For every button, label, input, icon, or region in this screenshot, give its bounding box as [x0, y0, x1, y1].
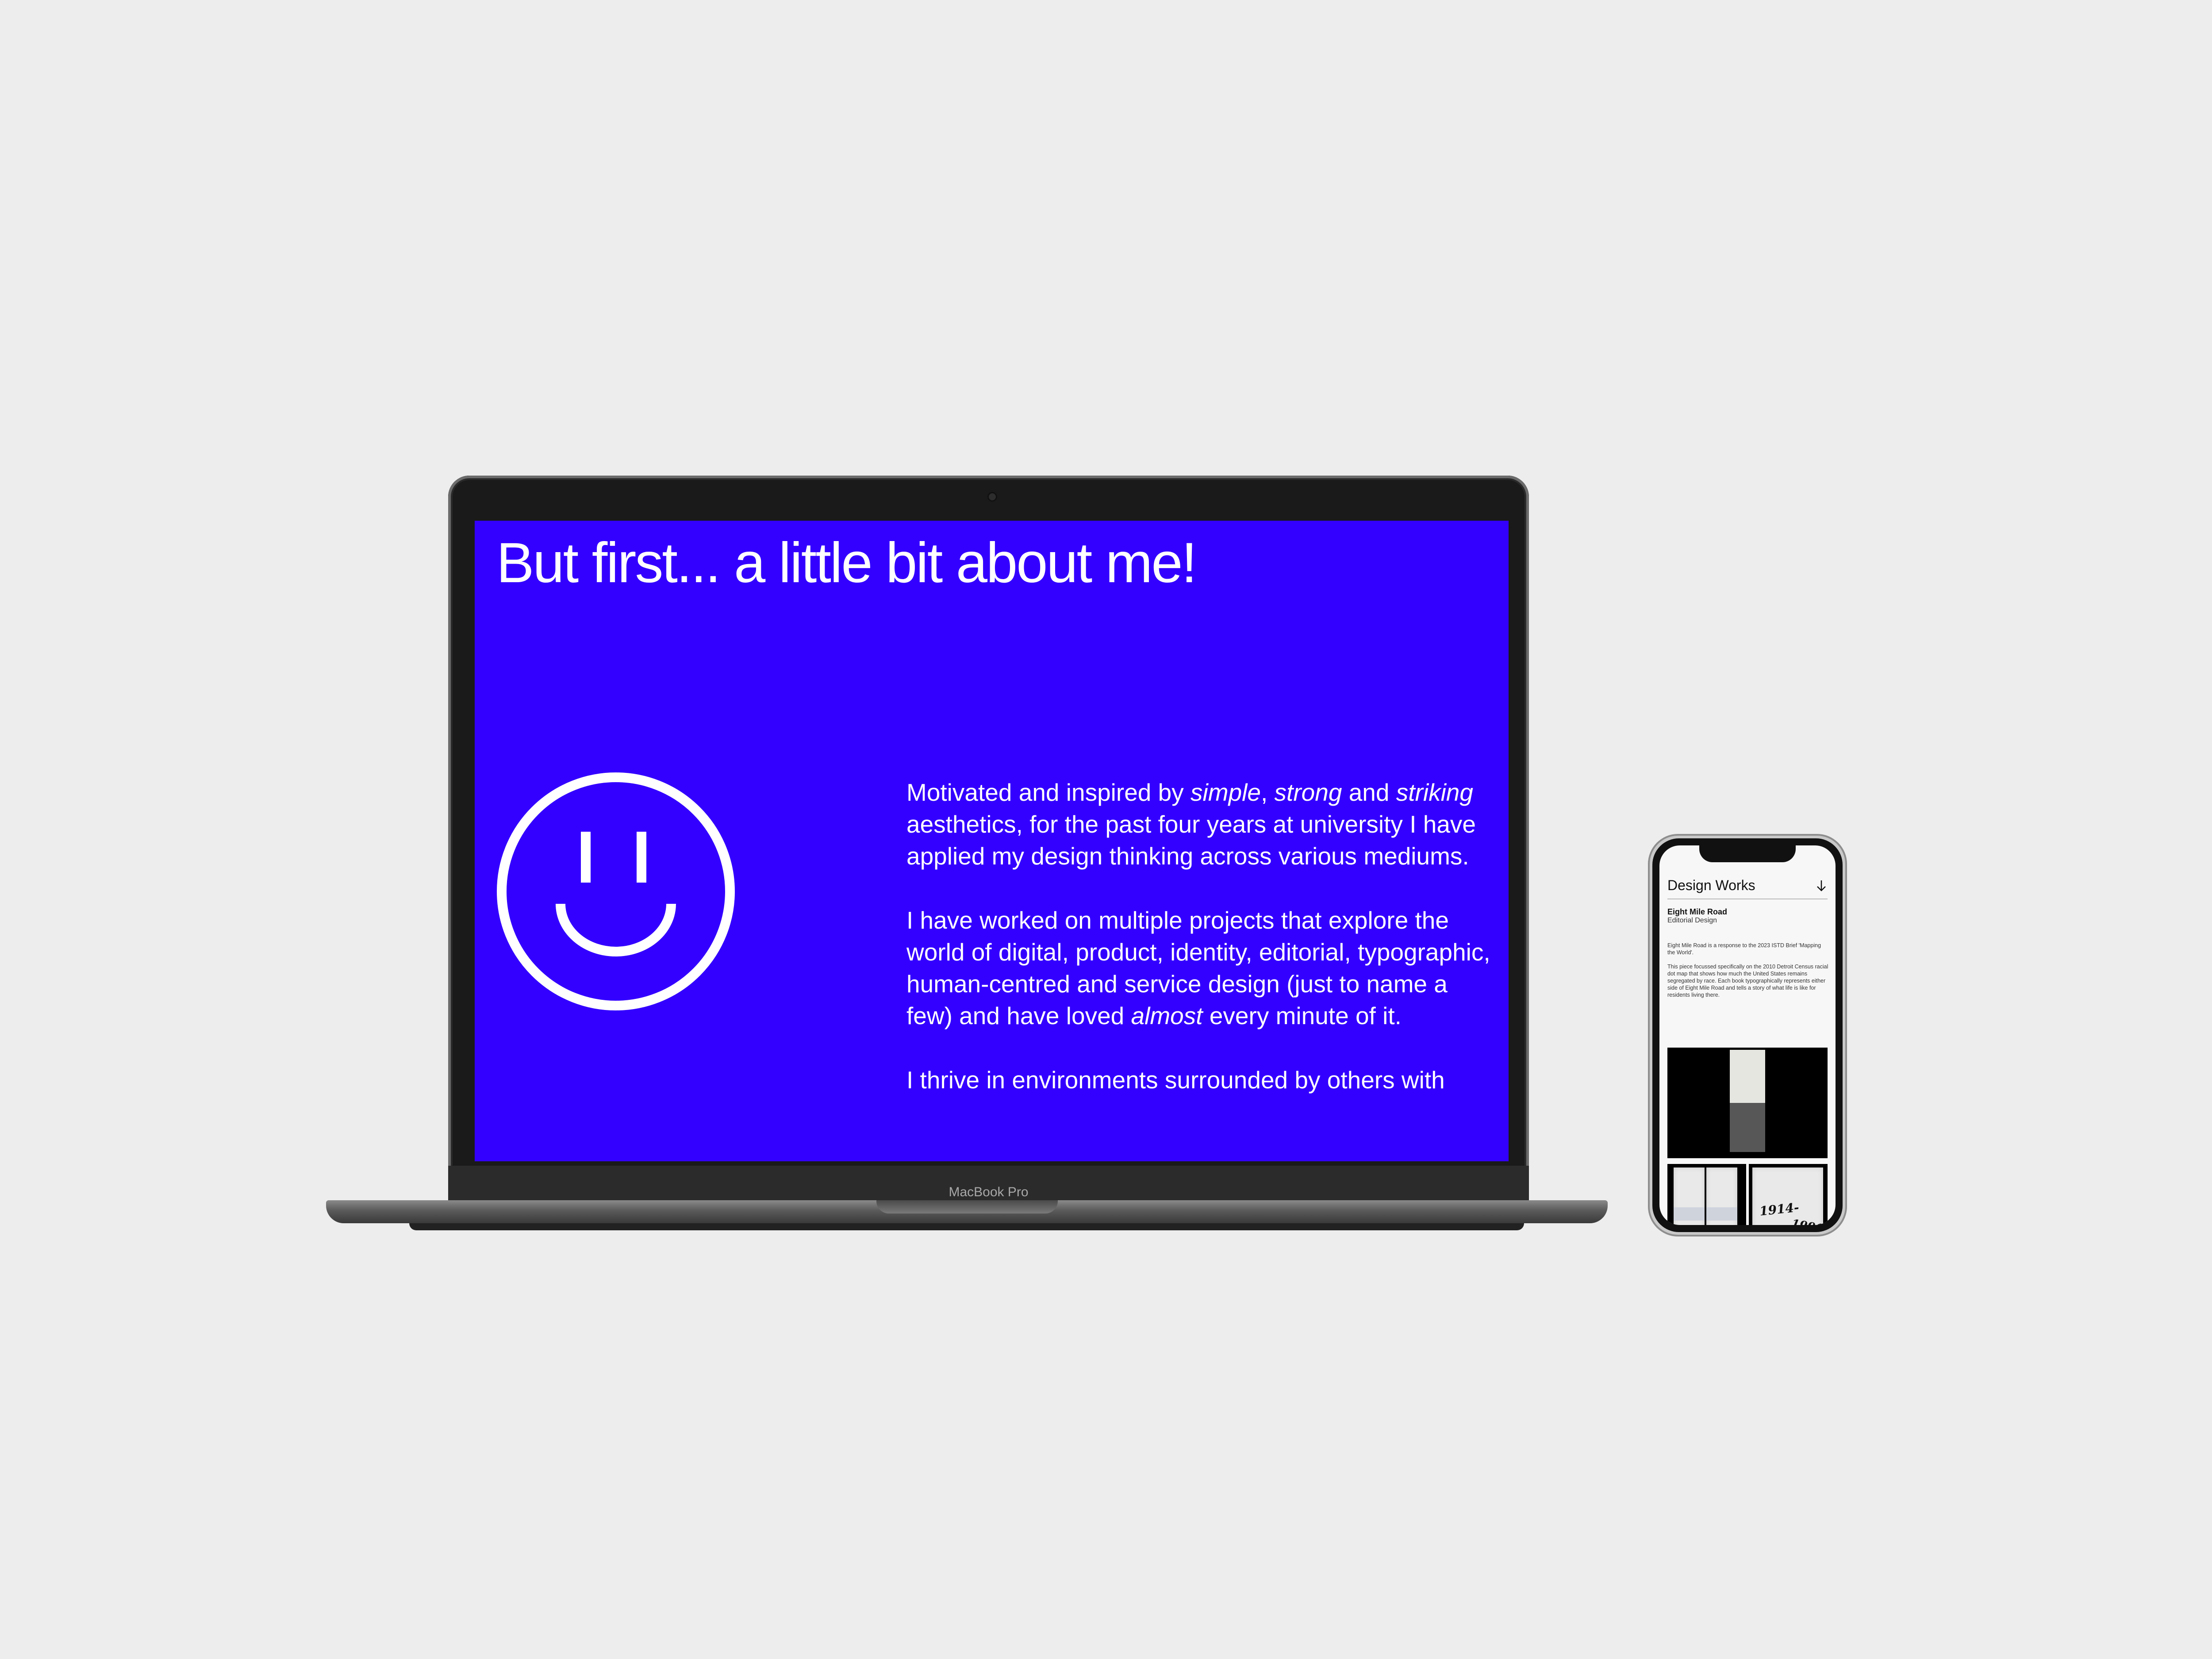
book-cover-top: [1730, 1050, 1765, 1103]
laptop-opening-notch: [876, 1200, 1058, 1214]
bio-paragraph: I thrive in environments surrounded by o…: [906, 1066, 1445, 1094]
bio-text: Motivated and inspired by simple, strong…: [906, 776, 1499, 1128]
laptop-screen: But first... a little bit about me! Moti…: [475, 521, 1509, 1161]
phone-notch: [1699, 845, 1796, 862]
camera-icon: [989, 493, 996, 500]
bio-paragraph: I have worked on multiple projects that …: [906, 906, 1490, 1029]
book-spread-left: [1674, 1167, 1705, 1225]
phone-screen: Design Works Eight Mile Road Editorial D…: [1659, 845, 1836, 1225]
description-paragraph: This piece focussed specifically on the …: [1667, 964, 1828, 998]
description-paragraph: Eight Mile Road is a response to the 202…: [1667, 942, 1821, 956]
section-title: Design Works: [1667, 877, 1755, 893]
bio-paragraph: Motivated and inspired by simple, strong…: [906, 779, 1476, 870]
laptop-foot: [409, 1223, 1524, 1230]
book-spread-right: [1706, 1167, 1737, 1225]
arrow-down-icon[interactable]: [1815, 879, 1828, 892]
project-hero-image[interactable]: [1667, 1048, 1828, 1158]
project-description: Eight Mile Road is a response to the 202…: [1667, 942, 1829, 1006]
project-title: Eight Mile Road: [1667, 907, 1727, 916]
smiley-face-icon: [497, 772, 735, 1010]
laptop-lid: But first... a little bit about me! Moti…: [448, 476, 1529, 1203]
phone-bezel: Design Works Eight Mile Road Editorial D…: [1652, 838, 1843, 1232]
book-cover-bottom: [1730, 1103, 1765, 1152]
project-thumbnail[interactable]: 1914- 1991: [1749, 1164, 1828, 1225]
laptop-base: [326, 1200, 1608, 1223]
project-heading[interactable]: Eight Mile Road Editorial Design: [1667, 907, 1828, 925]
phone: Design Works Eight Mile Road Editorial D…: [1648, 834, 1847, 1237]
page-title: But first... a little bit about me!: [496, 531, 1197, 595]
phone-header: Design Works: [1667, 877, 1828, 894]
project-category: Editorial Design: [1667, 917, 1717, 924]
brand-label: MacBook Pro: [949, 1185, 1029, 1199]
laptop-bezel: MacBook Pro: [448, 1166, 1529, 1203]
project-thumbnail[interactable]: [1667, 1164, 1746, 1225]
